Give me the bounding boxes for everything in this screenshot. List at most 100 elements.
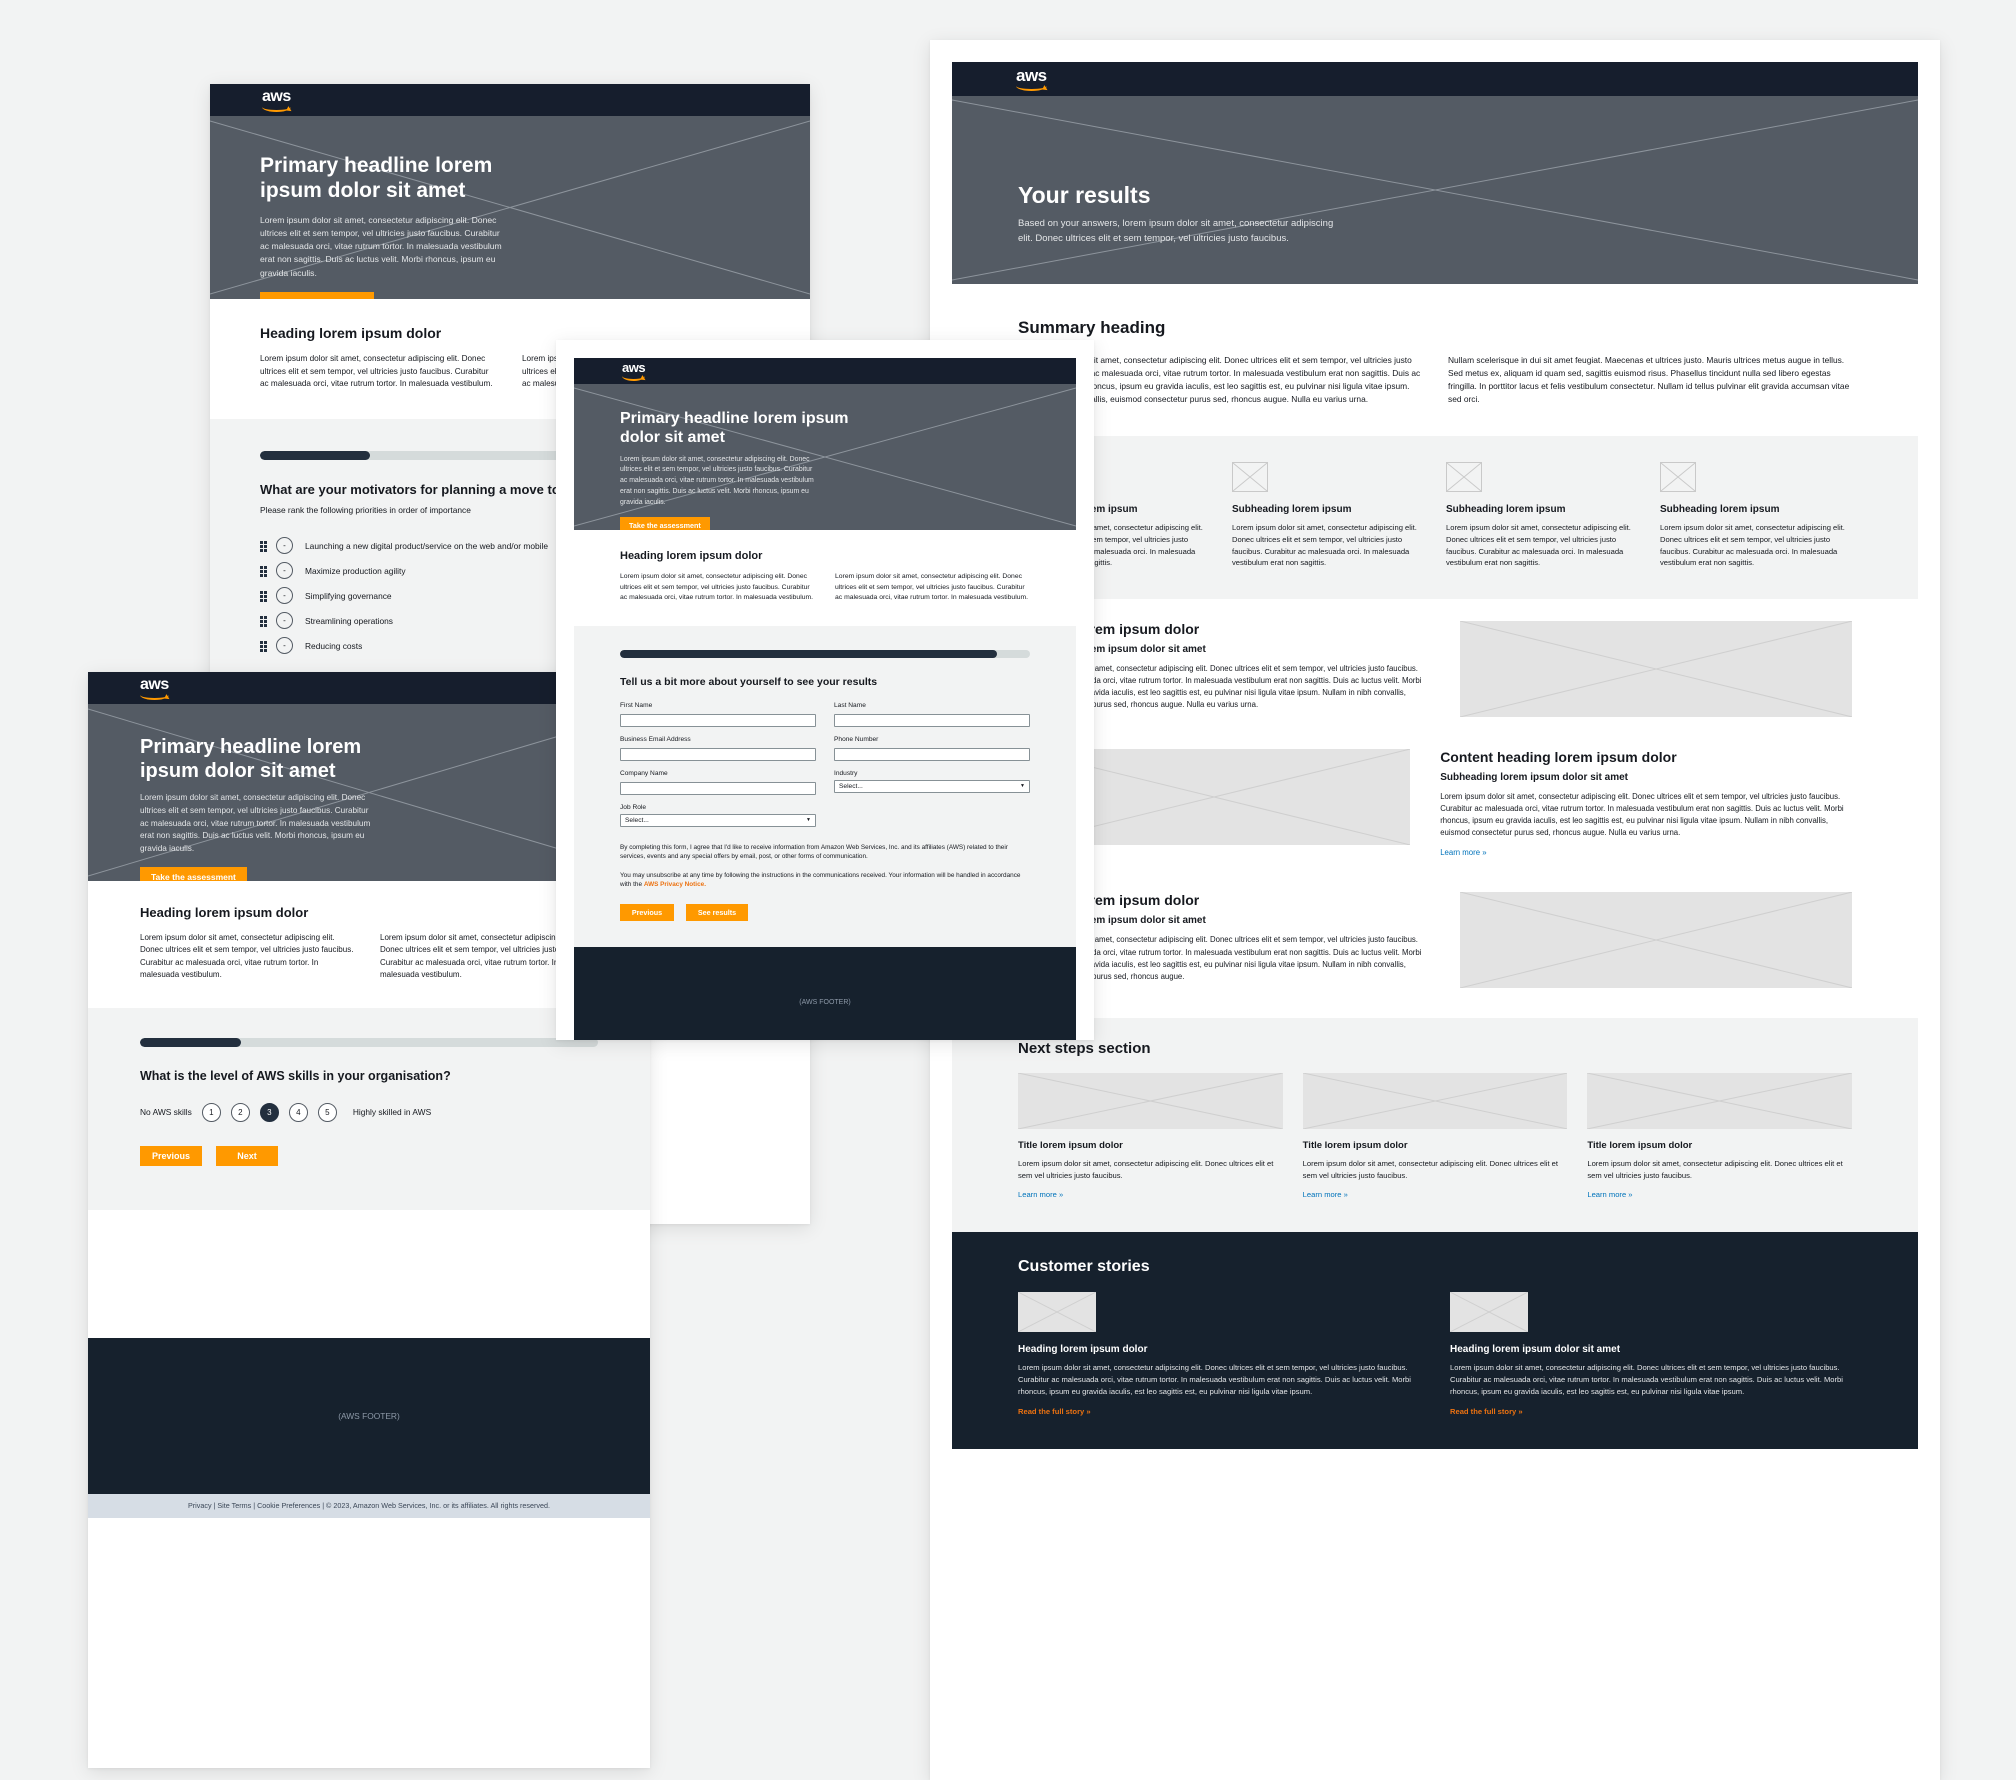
industry-select-value: Select... — [839, 782, 863, 790]
aws-privacy-notice-link[interactable]: AWS Privacy Notice. — [644, 881, 706, 888]
see-results-button[interactable]: See results — [686, 904, 748, 922]
aws-smile-icon — [140, 694, 169, 700]
rank-number-circle[interactable]: - — [276, 562, 293, 580]
scale-option-3[interactable]: 3 — [259, 1102, 279, 1122]
take-assessment-button[interactable]: Take the assessment — [260, 292, 374, 299]
tile-image-placeholder — [1018, 1073, 1283, 1130]
story-body: Lorem ipsum dolor sit amet, consectetur … — [1018, 1362, 1411, 1396]
story-read-link[interactable]: Read the full story » — [1450, 1407, 1523, 1416]
tile-body: Lorem ipsum dolor sit amet, consectetur … — [1302, 1159, 1559, 1181]
scale-option-5[interactable]: 5 — [317, 1102, 337, 1122]
industry-select[interactable]: Select... ▼ — [834, 779, 1030, 793]
next-step-tile[interactable]: Title lorem ipsum dolor Lorem ipsum dolo… — [1587, 1073, 1853, 1202]
tile-learn-more-link[interactable]: Learn more » — [1587, 1190, 1632, 1199]
scale-option-1[interactable]: 1 — [201, 1102, 221, 1122]
aws-logo-icon[interactable]: aws — [1016, 67, 1047, 91]
card-image-placeholder — [1660, 462, 1696, 493]
feature2-learn-more-link[interactable]: Learn more » — [1440, 848, 1486, 857]
customer-story[interactable]: Heading lorem ipsum dolor sit amet Lorem… — [1450, 1291, 1852, 1419]
tile-learn-more-link[interactable]: Learn more » — [1018, 1190, 1063, 1199]
take-assessment-button[interactable]: Take the assessment — [620, 517, 710, 530]
aws-logo-icon[interactable]: aws — [262, 88, 291, 112]
result-card[interactable]: Subheading lorem ipsum Lorem ipsum dolor… — [1660, 462, 1852, 569]
story-image-placeholder — [1018, 1291, 1096, 1332]
rank-number-circle[interactable]: - — [276, 587, 293, 605]
card-body: Lorem ipsum dolor sit amet, consectetur … — [1660, 523, 1845, 568]
next-step-tile[interactable]: Title lorem ipsum dolor Lorem ipsum dolo… — [1302, 1073, 1568, 1202]
drag-handle-icon[interactable] — [260, 591, 267, 602]
feature2-heading: Content heading lorem ipsum dolor — [1440, 749, 1677, 766]
card-image-placeholder — [1232, 462, 1268, 493]
result-card[interactable]: Subheading lorem ipsum Lorem ipsum dolor… — [1446, 462, 1638, 569]
rank-item-label: Simplifying governance — [305, 590, 392, 601]
form-title: Tell us a bit more about yourself to see… — [620, 675, 878, 688]
industry-field-group: Industry Select... ▼ — [834, 770, 1030, 795]
rank-number-circle[interactable]: - — [276, 637, 293, 655]
hero-body: Lorem ipsum dolor sit amet, consectetur … — [260, 214, 502, 278]
hero-body: Lorem ipsum dolor sit amet, consectetur … — [620, 455, 814, 506]
story-read-link[interactable]: Read the full story » — [1018, 1407, 1091, 1416]
results-feature-3: Heading lorem ipsum dolor Subheading lor… — [952, 886, 1918, 1019]
intro-col-1: Lorem ipsum dolor sit amet, consectetur … — [620, 573, 814, 602]
legal-bar: Privacy | Site Terms | Cookie Preference… — [88, 1493, 650, 1518]
rank-number-circle[interactable]: - — [276, 612, 293, 630]
phone-number-input[interactable] — [834, 747, 1030, 761]
customer-stories-section: Customer stories Heading lorem ipsum dol… — [952, 1231, 1918, 1450]
next-step-tile[interactable]: Title lorem ipsum dolor Lorem ipsum dolo… — [1018, 1073, 1283, 1202]
phone-number-field-group: Phone Number — [834, 736, 1030, 761]
summary-col-2: Nullam scelerisque in dui sit amet feugi… — [1448, 355, 1850, 405]
drag-handle-icon[interactable] — [260, 641, 267, 652]
card-title: Subheading lorem ipsum — [1660, 504, 1780, 516]
intro-section-form: Heading lorem ipsum dolor Lorem ipsum do… — [574, 530, 1076, 626]
previous-button[interactable]: Previous — [620, 904, 674, 922]
aws-smile-icon — [1016, 85, 1047, 91]
hero-body: Lorem ipsum dolor sit amet, consectetur … — [140, 793, 371, 853]
hero-headline: Primary headline lorem ipsum dolor sit a… — [140, 736, 362, 782]
scale-max-label: Highly skilled in AWS — [352, 1107, 432, 1118]
tile-title: Title lorem ipsum dolor — [1018, 1140, 1123, 1152]
summary-heading: Summary heading — [1018, 318, 1166, 337]
drag-handle-icon[interactable] — [260, 566, 267, 577]
results-hero: Your results Based on your answers, lore… — [952, 96, 1918, 284]
progress-fill — [620, 649, 998, 658]
rank-item-label: Reducing costs — [305, 640, 363, 651]
aws-logo-icon[interactable]: aws — [140, 676, 169, 700]
next-button[interactable]: Next — [216, 1145, 278, 1166]
rank-item-label: Streamlining operations — [305, 615, 393, 626]
spacer-section — [88, 1209, 650, 1338]
legal-bar-text: Privacy | Site Terms | Cookie Preference… — [187, 1501, 551, 1511]
scale-min-label: No AWS skills — [140, 1107, 192, 1118]
result-card[interactable]: Subheading lorem ipsum Lorem ipsum dolor… — [1232, 462, 1424, 569]
intro-heading: Heading lorem ipsum dolor — [620, 550, 763, 562]
card-body: Lorem ipsum dolor sit amet, consectetur … — [1232, 523, 1417, 568]
tile-body: Lorem ipsum dolor sit amet, consectetur … — [1018, 1159, 1274, 1181]
tile-learn-more-link[interactable]: Learn more » — [1303, 1190, 1348, 1199]
tile-body: Lorem ipsum dolor sit amet, consectetur … — [1587, 1159, 1843, 1181]
chevron-down-icon: ▼ — [806, 817, 811, 824]
drag-handle-icon[interactable] — [260, 541, 267, 552]
hero-section-form: Primary headline lorem ipsum dolor sit a… — [574, 384, 1076, 530]
rank-number-circle[interactable]: - — [276, 537, 293, 555]
scale-option-4[interactable]: 4 — [288, 1102, 308, 1122]
scale-option-2[interactable]: 2 — [230, 1102, 250, 1122]
customer-story[interactable]: Heading lorem ipsum dolor Lorem ipsum do… — [1018, 1291, 1420, 1419]
card-body: Lorem ipsum dolor sit amet, consectetur … — [1446, 523, 1631, 568]
aws-logo-icon[interactable]: aws — [622, 361, 646, 381]
previous-button[interactable]: Previous — [140, 1145, 202, 1166]
industry-label: Industry — [834, 769, 858, 777]
results-cards-row: Subheading lorem ipsum Lorem ipsum dolor… — [952, 436, 1918, 600]
customer-stories-heading: Customer stories — [1018, 1257, 1150, 1275]
results-next-steps: Next steps section Title lorem ipsum dol… — [952, 1018, 1918, 1232]
results-feature-2: Content heading lorem ipsum dolor Subhea… — [952, 743, 1918, 887]
take-assessment-button[interactable]: Take the assessment — [140, 866, 247, 881]
last-name-input[interactable] — [834, 713, 1030, 727]
rank-item-label: Maximize production agility — [305, 565, 406, 576]
skill-scale[interactable]: No AWS skills 1 2 3 4 5 Highly skilled i… — [140, 1102, 598, 1122]
drag-handle-icon[interactable] — [260, 616, 267, 627]
intro-col-2: Lorem ipsum dolor sit amet, consectetur … — [835, 573, 1029, 602]
results-hero-body: Based on your answers, lorem ipsum dolor… — [1018, 218, 1334, 244]
aws-footer-placeholder: (AWS FOOTER) — [88, 1337, 650, 1494]
assessment-scale-page-card: aws Primary headline lorem ipsum dolor s… — [88, 672, 650, 1768]
form-legal-consent: By completing this form, I agree that I'… — [620, 843, 1008, 861]
story-title: Heading lorem ipsum dolor — [1018, 1343, 1148, 1355]
